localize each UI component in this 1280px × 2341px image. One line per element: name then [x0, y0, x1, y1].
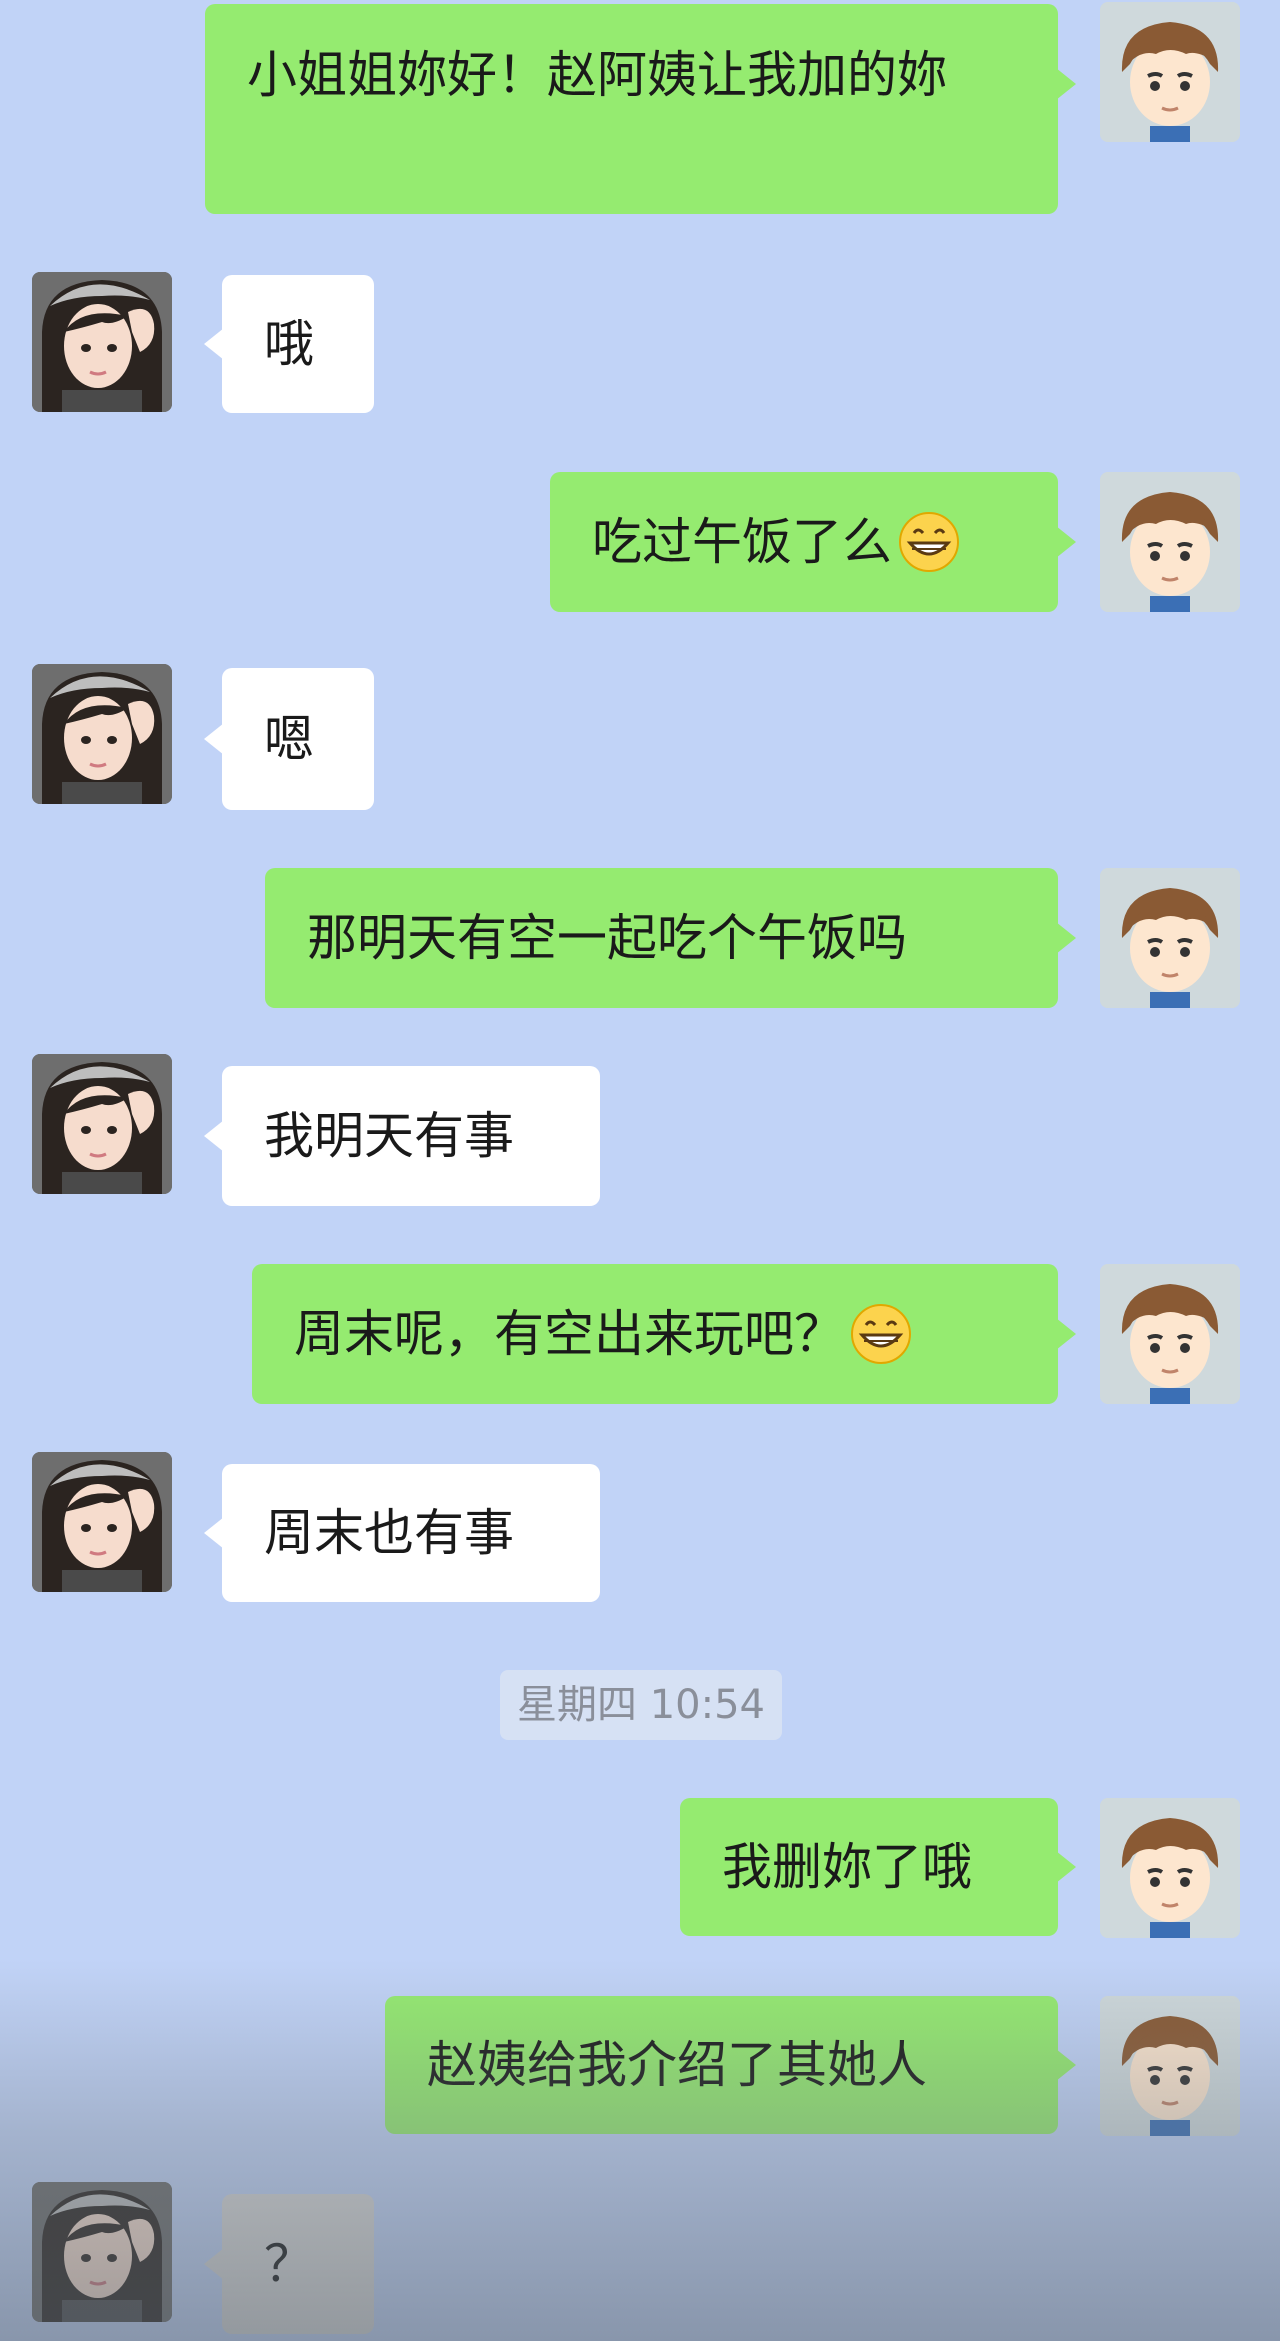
my-avatar[interactable]: [1100, 1996, 1240, 2136]
my-avatar[interactable]: [1100, 472, 1240, 612]
timestamp-divider: 星期四 10:54: [500, 1670, 782, 1740]
chat-bubble-contact[interactable]: 嗯: [204, 668, 374, 810]
message-text: 我明天有事: [264, 1107, 514, 1165]
contact-avatar[interactable]: [32, 1054, 172, 1194]
contact-avatar[interactable]: [32, 1452, 172, 1592]
message-text: 周末呢，有空出来玩吧？: [294, 1305, 844, 1363]
message-text: ？: [264, 2235, 314, 2293]
message-text: 周末也有事: [264, 1504, 514, 1562]
contact-avatar[interactable]: [32, 2182, 172, 2322]
message-text: 小姐姐妳好！赵阿姨让我加的妳: [247, 46, 947, 104]
chat-bubble-mine[interactable]: 我删妳了哦: [680, 1798, 1076, 1936]
chat-bubble-mine[interactable]: 周末呢，有空出来玩吧？: [252, 1264, 1076, 1404]
chat-bubble-contact[interactable]: 哦: [204, 275, 374, 413]
message-text: 哦: [264, 315, 314, 373]
message-text: 那明天有空一起吃个午饭吗: [307, 909, 907, 967]
contact-avatar[interactable]: [32, 272, 172, 412]
my-avatar[interactable]: [1100, 1264, 1240, 1404]
chat-bubble-mine[interactable]: 那明天有空一起吃个午饭吗: [265, 868, 1076, 1008]
grinning-face-icon: [850, 1303, 912, 1365]
message-text: 我删妳了哦: [722, 1838, 972, 1896]
message-text: 嗯: [264, 710, 314, 768]
chat-bubble-mine[interactable]: 赵姨给我介绍了其她人: [385, 1996, 1076, 2134]
chat-bubble-mine[interactable]: 小姐姐妳好！赵阿姨让我加的妳: [205, 4, 1076, 214]
contact-avatar[interactable]: [32, 664, 172, 804]
my-avatar[interactable]: [1100, 868, 1240, 1008]
message-text: 赵姨给我介绍了其她人: [427, 2036, 927, 2094]
chat-bubble-contact[interactable]: 周末也有事: [204, 1464, 600, 1602]
my-avatar[interactable]: [1100, 1798, 1240, 1938]
grinning-face-icon: [898, 511, 960, 573]
message-text: 吃过午饭了么: [592, 513, 892, 571]
chat-bubble-mine[interactable]: 吃过午饭了么: [550, 472, 1076, 612]
chat-bubble-contact[interactable]: 我明天有事: [204, 1066, 600, 1206]
chat-bubble-contact[interactable]: ？: [204, 2194, 374, 2334]
my-avatar[interactable]: [1100, 2, 1240, 142]
